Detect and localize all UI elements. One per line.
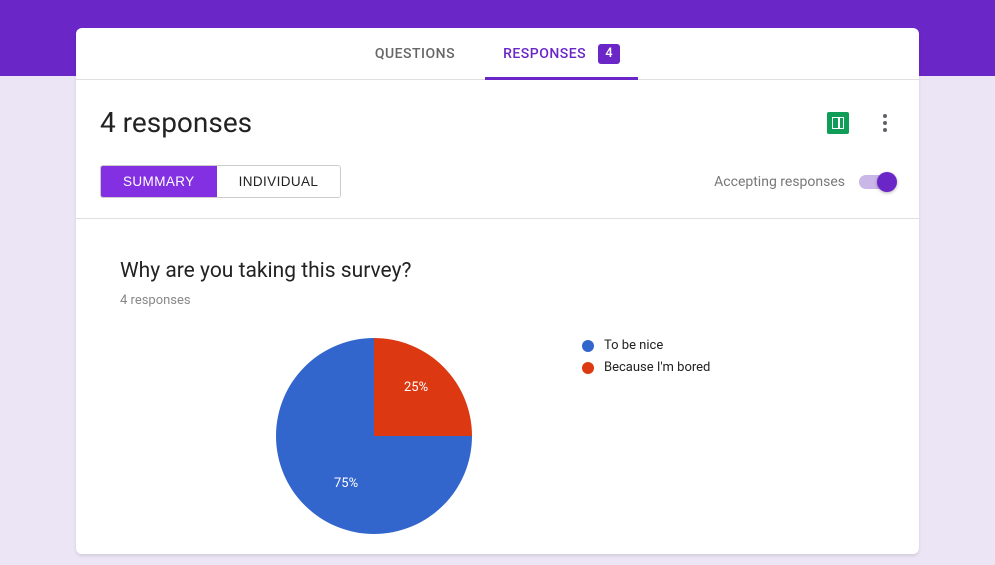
pie-label-75: 75%: [334, 476, 358, 491]
question-title: Why are you taking this survey?: [120, 259, 875, 283]
chart-row: 25% 75% To be nice Because I'm bored: [120, 338, 875, 534]
tab-questions[interactable]: QUESTIONS: [371, 28, 459, 79]
pie-chart: 25% 75%: [276, 338, 472, 534]
accepting-toggle[interactable]: [859, 175, 895, 189]
tabs-row: QUESTIONS RESPONSES 4: [76, 28, 919, 80]
question-response-count: 4 responses: [120, 293, 875, 308]
header-section: 4 responses SUMMARY INDIVIDUAL Accepting…: [76, 80, 919, 219]
accepting-responses: Accepting responses: [714, 174, 895, 190]
more-menu-icon[interactable]: [875, 113, 895, 133]
responses-count-badge: 4: [598, 44, 620, 64]
legend-item: To be nice: [582, 338, 710, 353]
individual-button[interactable]: INDIVIDUAL: [217, 166, 341, 197]
legend-dot-icon: [582, 340, 594, 352]
pie-chart-svg: [276, 338, 472, 534]
sheets-icon[interactable]: [827, 112, 849, 134]
header-top: 4 responses: [100, 106, 895, 139]
header-bottom: SUMMARY INDIVIDUAL Accepting responses: [100, 165, 895, 198]
legend-item: Because I'm bored: [582, 360, 710, 375]
summary-button[interactable]: SUMMARY: [101, 166, 217, 197]
tab-responses-label: RESPONSES: [503, 46, 586, 62]
legend-label: To be nice: [604, 338, 663, 353]
legend-dot-icon: [582, 362, 594, 374]
view-toggle: SUMMARY INDIVIDUAL: [100, 165, 341, 198]
tab-questions-label: QUESTIONS: [375, 46, 455, 62]
accepting-label: Accepting responses: [714, 174, 845, 190]
content-area: Why are you taking this survey? 4 respon…: [76, 219, 919, 554]
toggle-knob: [877, 172, 897, 192]
header-actions: [827, 112, 895, 134]
chart-legend: To be nice Because I'm bored: [582, 338, 710, 375]
tab-responses[interactable]: RESPONSES 4: [499, 28, 624, 79]
main-card: QUESTIONS RESPONSES 4 4 responses SUMMAR…: [76, 28, 919, 554]
page-title: 4 responses: [100, 106, 252, 139]
pie-label-25: 25%: [404, 380, 428, 395]
legend-label: Because I'm bored: [604, 360, 710, 375]
